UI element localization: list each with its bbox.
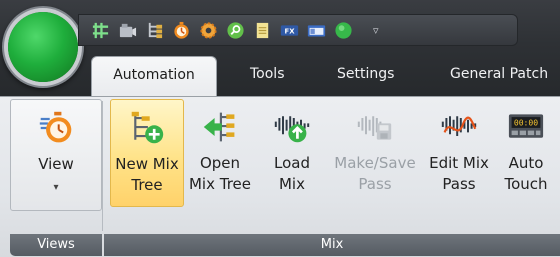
views-group: View ▾ Views [10,97,102,257]
quick-access-toolbar: FX ▿ [78,14,518,46]
load-mix-icon [274,116,310,143]
group-label-views: Views [10,234,102,256]
ribbon-tabs: Automation Tools Settings General Patch [0,56,560,97]
load-mix-button[interactable]: Load Mix [262,99,322,207]
open-mix-tree-icon [203,112,235,142]
mix-tree-icon[interactable] [145,21,164,40]
app-window: FX ▿ Automation Tools Settings General P… [0,0,560,257]
title-bar: FX ▿ Automation Tools Settings General P… [0,0,560,97]
auto-touch-button[interactable]: 00:00 Auto Touch [498,99,554,207]
notes-icon[interactable] [253,21,272,40]
camera-icon[interactable] [118,21,137,40]
auto-touch-label: Auto Touch [504,154,548,193]
stopwatch-icon [39,111,72,143]
edit-mix-pass-label: Edit Mix Pass [429,154,489,193]
edit-mix-pass-icon [441,116,477,136]
edit-mix-pass-button[interactable]: Edit Mix Pass [424,99,494,207]
window-icon[interactable] [307,21,326,40]
svg-text:00:00: 00:00 [514,118,538,128]
ribbon-panel: View ▾ Views New Mix Tree Open Mix Tree … [0,96,560,257]
new-mix-tree-button[interactable]: New Mix Tree [110,99,184,207]
timer-icon[interactable] [172,21,191,40]
green-orb-icon[interactable] [334,21,353,40]
tab-tools[interactable]: Tools [250,56,285,97]
qat-dropdown-button[interactable]: ▿ [373,24,379,37]
make-save-pass-icon [357,116,392,140]
group-divider [102,101,103,231]
mix-group: New Mix Tree Open Mix Tree Load Mix Make… [104,97,560,257]
svg-text:FX: FX [284,27,295,35]
new-mix-tree-icon [131,111,164,144]
tab-settings[interactable]: Settings [337,56,394,97]
view-button[interactable]: View ▾ [10,99,102,211]
group-label-mix: Mix [104,234,560,256]
view-button-label: View [38,155,74,173]
new-mix-tree-label: New Mix Tree [115,155,179,194]
gear-icon[interactable] [199,21,218,40]
search-icon[interactable] [226,21,245,40]
tab-automation[interactable]: Automation [91,56,217,97]
chevron-down-icon: ▾ [53,182,59,193]
make-save-pass-button[interactable]: Make/Save Pass [329,99,421,207]
open-mix-tree-label: Open Mix Tree [188,154,251,193]
tab-general-patch[interactable]: General Patch [450,56,548,97]
auto-touch-icon: 00:00 [508,114,544,138]
grid-icon[interactable] [91,21,110,40]
fx-icon[interactable]: FX [280,21,299,40]
make-save-pass-label: Make/Save Pass [334,154,416,193]
load-mix-label: Load Mix [274,154,310,193]
open-mix-tree-button[interactable]: Open Mix Tree [186,99,254,207]
